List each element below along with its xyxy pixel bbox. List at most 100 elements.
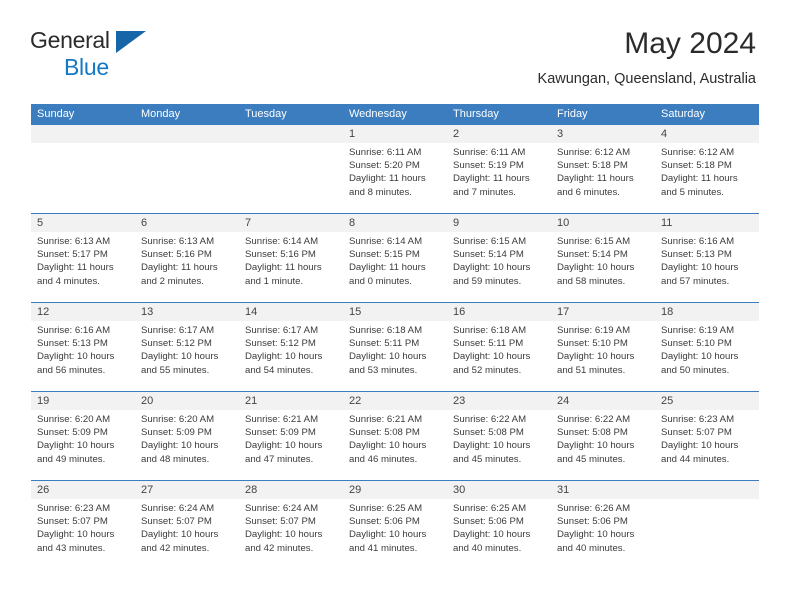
day-cell[interactable]: Sunrise: 6:16 AM Sunset: 5:13 PM Daylight:… (31, 321, 135, 391)
day-number[interactable]: 14 (239, 303, 343, 321)
day-number[interactable]: 13 (135, 303, 239, 321)
day-cell[interactable]: Sunrise: 6:15 AM Sunset: 5:14 PM Daylight:… (551, 232, 655, 302)
day-cell[interactable]: Sunrise: 6:15 AM Sunset: 5:14 PM Daylight:… (447, 232, 551, 302)
day-daylight-text: Daylight: 10 hours (37, 351, 115, 363)
day-sunset-text: Sunset: 5:06 PM (557, 516, 628, 528)
day-sunrise-text: Sunrise: 6:21 AM (245, 414, 319, 425)
day-cell[interactable]: Sunrise: 6:25 AM Sunset: 5:06 PM Daylight:… (447, 499, 551, 569)
day-daylight-text: Daylight: 10 hours (557, 262, 635, 274)
day-number[interactable]: 20 (135, 392, 239, 410)
day-daylight2-text: and 47 minutes. (245, 453, 314, 465)
day-number[interactable]: 12 (31, 303, 135, 321)
day-daylight2-text: and 6 minutes. (557, 186, 620, 198)
day-number[interactable]: 1 (343, 125, 447, 143)
day-number[interactable]: 7 (239, 214, 343, 232)
day-sunrise-text: Sunrise: 6:21 AM (349, 414, 423, 425)
day-daylight-text: Daylight: 10 hours (349, 440, 427, 452)
day-number[interactable]: 16 (447, 303, 551, 321)
day-cell[interactable]: Sunrise: 6:12 AM Sunset: 5:18 PM Daylight:… (655, 143, 759, 213)
day-cell[interactable]: Sunrise: 6:20 AM Sunset: 5:09 PM Daylight:… (135, 410, 239, 480)
day-number[interactable]: 26 (31, 481, 135, 499)
day-number[interactable]: 31 (551, 481, 655, 499)
day-cell-empty (655, 499, 759, 569)
day-number[interactable]: 9 (447, 214, 551, 232)
day-cell[interactable]: Sunrise: 6:14 AM Sunset: 5:15 PM Daylight:… (343, 232, 447, 302)
day-daylight2-text: and 56 minutes. (37, 364, 106, 376)
day-sunset-text: Sunset: 5:10 PM (557, 338, 628, 350)
day-number[interactable]: 4 (655, 125, 759, 143)
title-block: May 2024 Kawungan, Queensland, Australia (538, 26, 756, 90)
day-sunrise-text: Sunrise: 6:25 AM (453, 503, 527, 514)
day-number[interactable]: 5 (31, 214, 135, 232)
day-cell[interactable]: Sunrise: 6:18 AM Sunset: 5:11 PM Daylight:… (343, 321, 447, 391)
day-daylight2-text: and 43 minutes. (37, 542, 106, 554)
day-cell[interactable]: Sunrise: 6:25 AM Sunset: 5:06 PM Daylight:… (343, 499, 447, 569)
day-number[interactable]: 3 (551, 125, 655, 143)
day-sunset-text: Sunset: 5:07 PM (37, 516, 108, 528)
day-number[interactable]: 22 (343, 392, 447, 410)
day-number[interactable]: 30 (447, 481, 551, 499)
day-daylight-text: Daylight: 10 hours (661, 351, 739, 363)
day-number[interactable]: 28 (239, 481, 343, 499)
day-sunset-text: Sunset: 5:19 PM (453, 160, 524, 172)
day-number[interactable]: 15 (343, 303, 447, 321)
day-cell[interactable]: Sunrise: 6:18 AM Sunset: 5:11 PM Daylight:… (447, 321, 551, 391)
day-number[interactable]: 2 (447, 125, 551, 143)
day-sunset-text: Sunset: 5:20 PM (349, 160, 420, 172)
day-daylight-text: Daylight: 10 hours (661, 262, 739, 274)
day-number[interactable]: 18 (655, 303, 759, 321)
day-daylight-text: Daylight: 10 hours (453, 351, 531, 363)
general-blue-logo[interactable]: General Blue (30, 26, 150, 84)
day-number[interactable]: 19 (31, 392, 135, 410)
day-sunset-text: Sunset: 5:12 PM (141, 338, 212, 350)
day-detail-band: Sunrise: 6:20 AM Sunset: 5:09 PM Daylight:… (31, 410, 759, 480)
day-cell[interactable]: Sunrise: 6:14 AM Sunset: 5:16 PM Daylight:… (239, 232, 343, 302)
day-cell[interactable]: Sunrise: 6:24 AM Sunset: 5:07 PM Daylight:… (239, 499, 343, 569)
day-number[interactable]: 10 (551, 214, 655, 232)
day-number-band: 26 27 28 29 30 31 (31, 481, 759, 499)
day-sunrise-text: Sunrise: 6:11 AM (453, 147, 526, 158)
day-cell[interactable]: Sunrise: 6:11 AM Sunset: 5:20 PM Daylight:… (343, 143, 447, 213)
day-number[interactable]: 24 (551, 392, 655, 410)
day-daylight-text: Daylight: 11 hours (141, 262, 218, 274)
day-number[interactable]: 21 (239, 392, 343, 410)
day-cell[interactable]: Sunrise: 6:17 AM Sunset: 5:12 PM Daylight:… (135, 321, 239, 391)
day-daylight2-text: and 55 minutes. (141, 364, 210, 376)
day-number[interactable]: 8 (343, 214, 447, 232)
day-daylight-text: Daylight: 10 hours (453, 262, 531, 274)
day-cell[interactable]: Sunrise: 6:23 AM Sunset: 5:07 PM Daylight:… (655, 410, 759, 480)
day-cell[interactable]: Sunrise: 6:19 AM Sunset: 5:10 PM Daylight:… (551, 321, 655, 391)
day-cell[interactable]: Sunrise: 6:16 AM Sunset: 5:13 PM Daylight:… (655, 232, 759, 302)
day-cell[interactable]: Sunrise: 6:26 AM Sunset: 5:06 PM Daylight:… (551, 499, 655, 569)
day-number-band: 12 13 14 15 16 17 18 (31, 303, 759, 321)
day-cell[interactable]: Sunrise: 6:21 AM Sunset: 5:09 PM Daylight:… (239, 410, 343, 480)
day-number[interactable]: 23 (447, 392, 551, 410)
day-number[interactable]: 6 (135, 214, 239, 232)
day-cell[interactable]: Sunrise: 6:24 AM Sunset: 5:07 PM Daylight:… (135, 499, 239, 569)
day-daylight2-text: and 40 minutes. (453, 542, 522, 554)
day-number[interactable]: 11 (655, 214, 759, 232)
day-cell[interactable]: Sunrise: 6:20 AM Sunset: 5:09 PM Daylight:… (31, 410, 135, 480)
day-number[interactable]: 27 (135, 481, 239, 499)
day-daylight-text: Daylight: 10 hours (453, 440, 531, 452)
day-cell[interactable]: Sunrise: 6:13 AM Sunset: 5:16 PM Daylight:… (135, 232, 239, 302)
day-number[interactable]: 25 (655, 392, 759, 410)
day-cell-empty (135, 143, 239, 213)
day-cell[interactable]: Sunrise: 6:23 AM Sunset: 5:07 PM Daylight:… (31, 499, 135, 569)
day-cell[interactable]: Sunrise: 6:11 AM Sunset: 5:19 PM Daylight:… (447, 143, 551, 213)
day-sunrise-text: Sunrise: 6:16 AM (37, 325, 111, 336)
day-cell[interactable]: Sunrise: 6:17 AM Sunset: 5:12 PM Daylight:… (239, 321, 343, 391)
day-sunset-text: Sunset: 5:17 PM (37, 249, 108, 261)
day-number[interactable]: 17 (551, 303, 655, 321)
day-cell[interactable]: Sunrise: 6:13 AM Sunset: 5:17 PM Daylight:… (31, 232, 135, 302)
day-sunset-text: Sunset: 5:14 PM (453, 249, 524, 261)
day-cell[interactable]: Sunrise: 6:12 AM Sunset: 5:18 PM Daylight:… (551, 143, 655, 213)
day-cell[interactable]: Sunrise: 6:22 AM Sunset: 5:08 PM Daylight:… (551, 410, 655, 480)
day-cell[interactable]: Sunrise: 6:19 AM Sunset: 5:10 PM Daylight:… (655, 321, 759, 391)
day-daylight2-text: and 2 minutes. (141, 275, 204, 287)
day-sunset-text: Sunset: 5:18 PM (661, 160, 732, 172)
day-sunrise-text: Sunrise: 6:14 AM (349, 236, 423, 247)
day-number[interactable]: 29 (343, 481, 447, 499)
day-cell[interactable]: Sunrise: 6:21 AM Sunset: 5:08 PM Daylight:… (343, 410, 447, 480)
day-cell[interactable]: Sunrise: 6:22 AM Sunset: 5:08 PM Daylight:… (447, 410, 551, 480)
